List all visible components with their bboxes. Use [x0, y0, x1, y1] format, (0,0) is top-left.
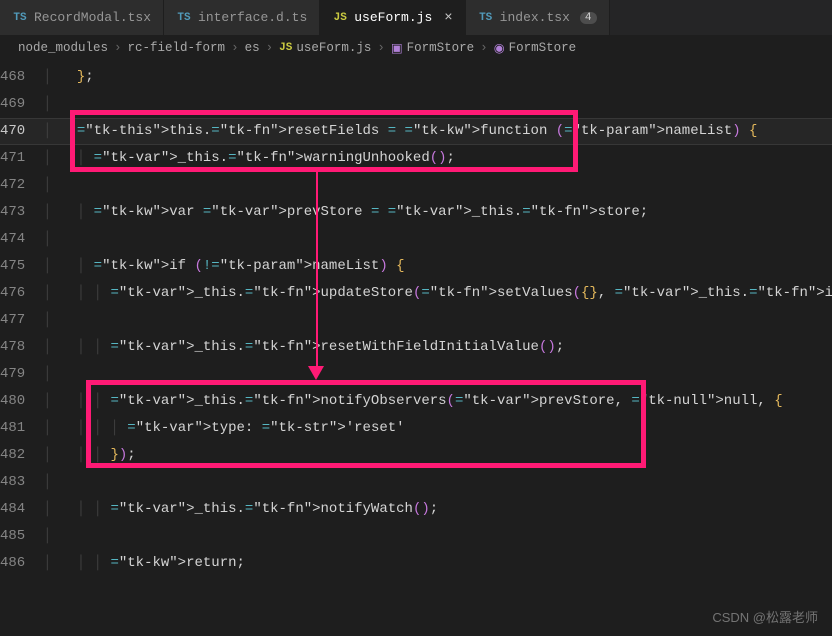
- line-number: 478: [0, 334, 25, 361]
- tab-index[interactable]: TS index.tsx 4: [466, 0, 610, 35]
- breadcrumb-part[interactable]: useForm.js: [296, 41, 371, 55]
- code-line[interactable]: │ };: [43, 64, 832, 91]
- line-number: 485: [0, 523, 25, 550]
- code-line[interactable]: │: [43, 172, 832, 199]
- symbol-icon: ▣: [391, 40, 403, 56]
- watermark: CSDN @松露老师: [712, 607, 818, 626]
- chevron-right-icon: ›: [112, 41, 124, 55]
- close-icon[interactable]: ×: [444, 10, 452, 26]
- tabs-bar: TS RecordModal.tsx TS interface.d.ts JS …: [0, 0, 832, 36]
- line-number: 486: [0, 550, 25, 577]
- line-number: 482: [0, 442, 25, 469]
- code-line[interactable]: │ │ │ });: [43, 442, 832, 469]
- breadcrumb-part[interactable]: FormStore: [509, 41, 577, 55]
- code-line[interactable]: │: [43, 91, 832, 118]
- javascript-icon: JS: [279, 42, 292, 54]
- chevron-right-icon: ›: [229, 41, 241, 55]
- tab-label: RecordModal.tsx: [34, 10, 151, 25]
- typescript-icon: TS: [478, 10, 494, 26]
- code-line[interactable]: │ │ │ │ ="tk-var">type: ="tk-str">'reset…: [43, 415, 832, 442]
- line-number: 480: [0, 388, 25, 415]
- line-number: 479: [0, 361, 25, 388]
- line-number: 474: [0, 226, 25, 253]
- line-number: 471: [0, 145, 25, 172]
- code-line[interactable]: │ │ ="tk-kw">var ="tk-var">prevStore = =…: [43, 199, 832, 226]
- chevron-right-icon: ›: [264, 41, 276, 55]
- typescript-icon: TS: [12, 10, 28, 26]
- breadcrumb-part[interactable]: es: [245, 41, 260, 55]
- tab-label: interface.d.ts: [198, 10, 307, 25]
- typescript-icon: TS: [176, 10, 192, 26]
- line-number: 468: [0, 64, 25, 91]
- line-number: 475: [0, 253, 25, 280]
- code-line[interactable]: │ │ │ ="tk-kw">return;: [43, 550, 832, 577]
- code-line[interactable]: │ ="tk-this">this.="tk-fn">resetFields =…: [43, 118, 832, 145]
- tab-recordmodal[interactable]: TS RecordModal.tsx: [0, 0, 164, 35]
- symbol-icon: ◉: [494, 40, 505, 56]
- javascript-icon: JS: [332, 10, 348, 26]
- code-line[interactable]: │ │ │ ="tk-var">_this.="tk-fn">notifyWat…: [43, 496, 832, 523]
- breadcrumb-part[interactable]: node_modules: [18, 41, 108, 55]
- code-line[interactable]: │: [43, 361, 832, 388]
- code-line[interactable]: │ │ │ ="tk-var">_this.="tk-fn">updateSto…: [43, 280, 832, 307]
- chevron-right-icon: ›: [478, 41, 490, 55]
- line-number: 477: [0, 307, 25, 334]
- line-number: 472: [0, 172, 25, 199]
- line-number: 484: [0, 496, 25, 523]
- code-line[interactable]: │ │ ="tk-var">_this.="tk-fn">warningUnho…: [43, 145, 832, 172]
- tab-label: index.tsx: [500, 10, 570, 25]
- chevron-right-icon: ›: [375, 41, 387, 55]
- code-area[interactable]: │ };│ │ ="tk-this">this.="tk-fn">resetFi…: [43, 64, 832, 577]
- breadcrumb-part[interactable]: FormStore: [407, 41, 475, 55]
- breadcrumb[interactable]: node_modules › rc-field-form › es › JS u…: [0, 36, 832, 60]
- editor[interactable]: 4684694704714724734744754764774784794804…: [0, 60, 832, 577]
- line-number: 476: [0, 280, 25, 307]
- line-number: 481: [0, 415, 25, 442]
- tab-useform[interactable]: JS useForm.js ×: [320, 0, 465, 35]
- code-line[interactable]: │ │ │ ="tk-var">_this.="tk-fn">resetWith…: [43, 334, 832, 361]
- line-number: 473: [0, 199, 25, 226]
- breadcrumb-part[interactable]: rc-field-form: [128, 41, 226, 55]
- tab-interface[interactable]: TS interface.d.ts: [164, 0, 320, 35]
- code-line[interactable]: │ │ │ ="tk-var">_this.="tk-fn">notifyObs…: [43, 388, 832, 415]
- code-line[interactable]: │: [43, 307, 832, 334]
- code-line[interactable]: │: [43, 523, 832, 550]
- line-number: 469: [0, 91, 25, 118]
- code-line[interactable]: │ │ ="tk-kw">if (!="tk-param">nameList) …: [43, 253, 832, 280]
- line-number: 483: [0, 469, 25, 496]
- code-line[interactable]: │: [43, 226, 832, 253]
- code-line[interactable]: │: [43, 469, 832, 496]
- tab-badge: 4: [580, 12, 597, 24]
- tab-label: useForm.js: [354, 10, 432, 25]
